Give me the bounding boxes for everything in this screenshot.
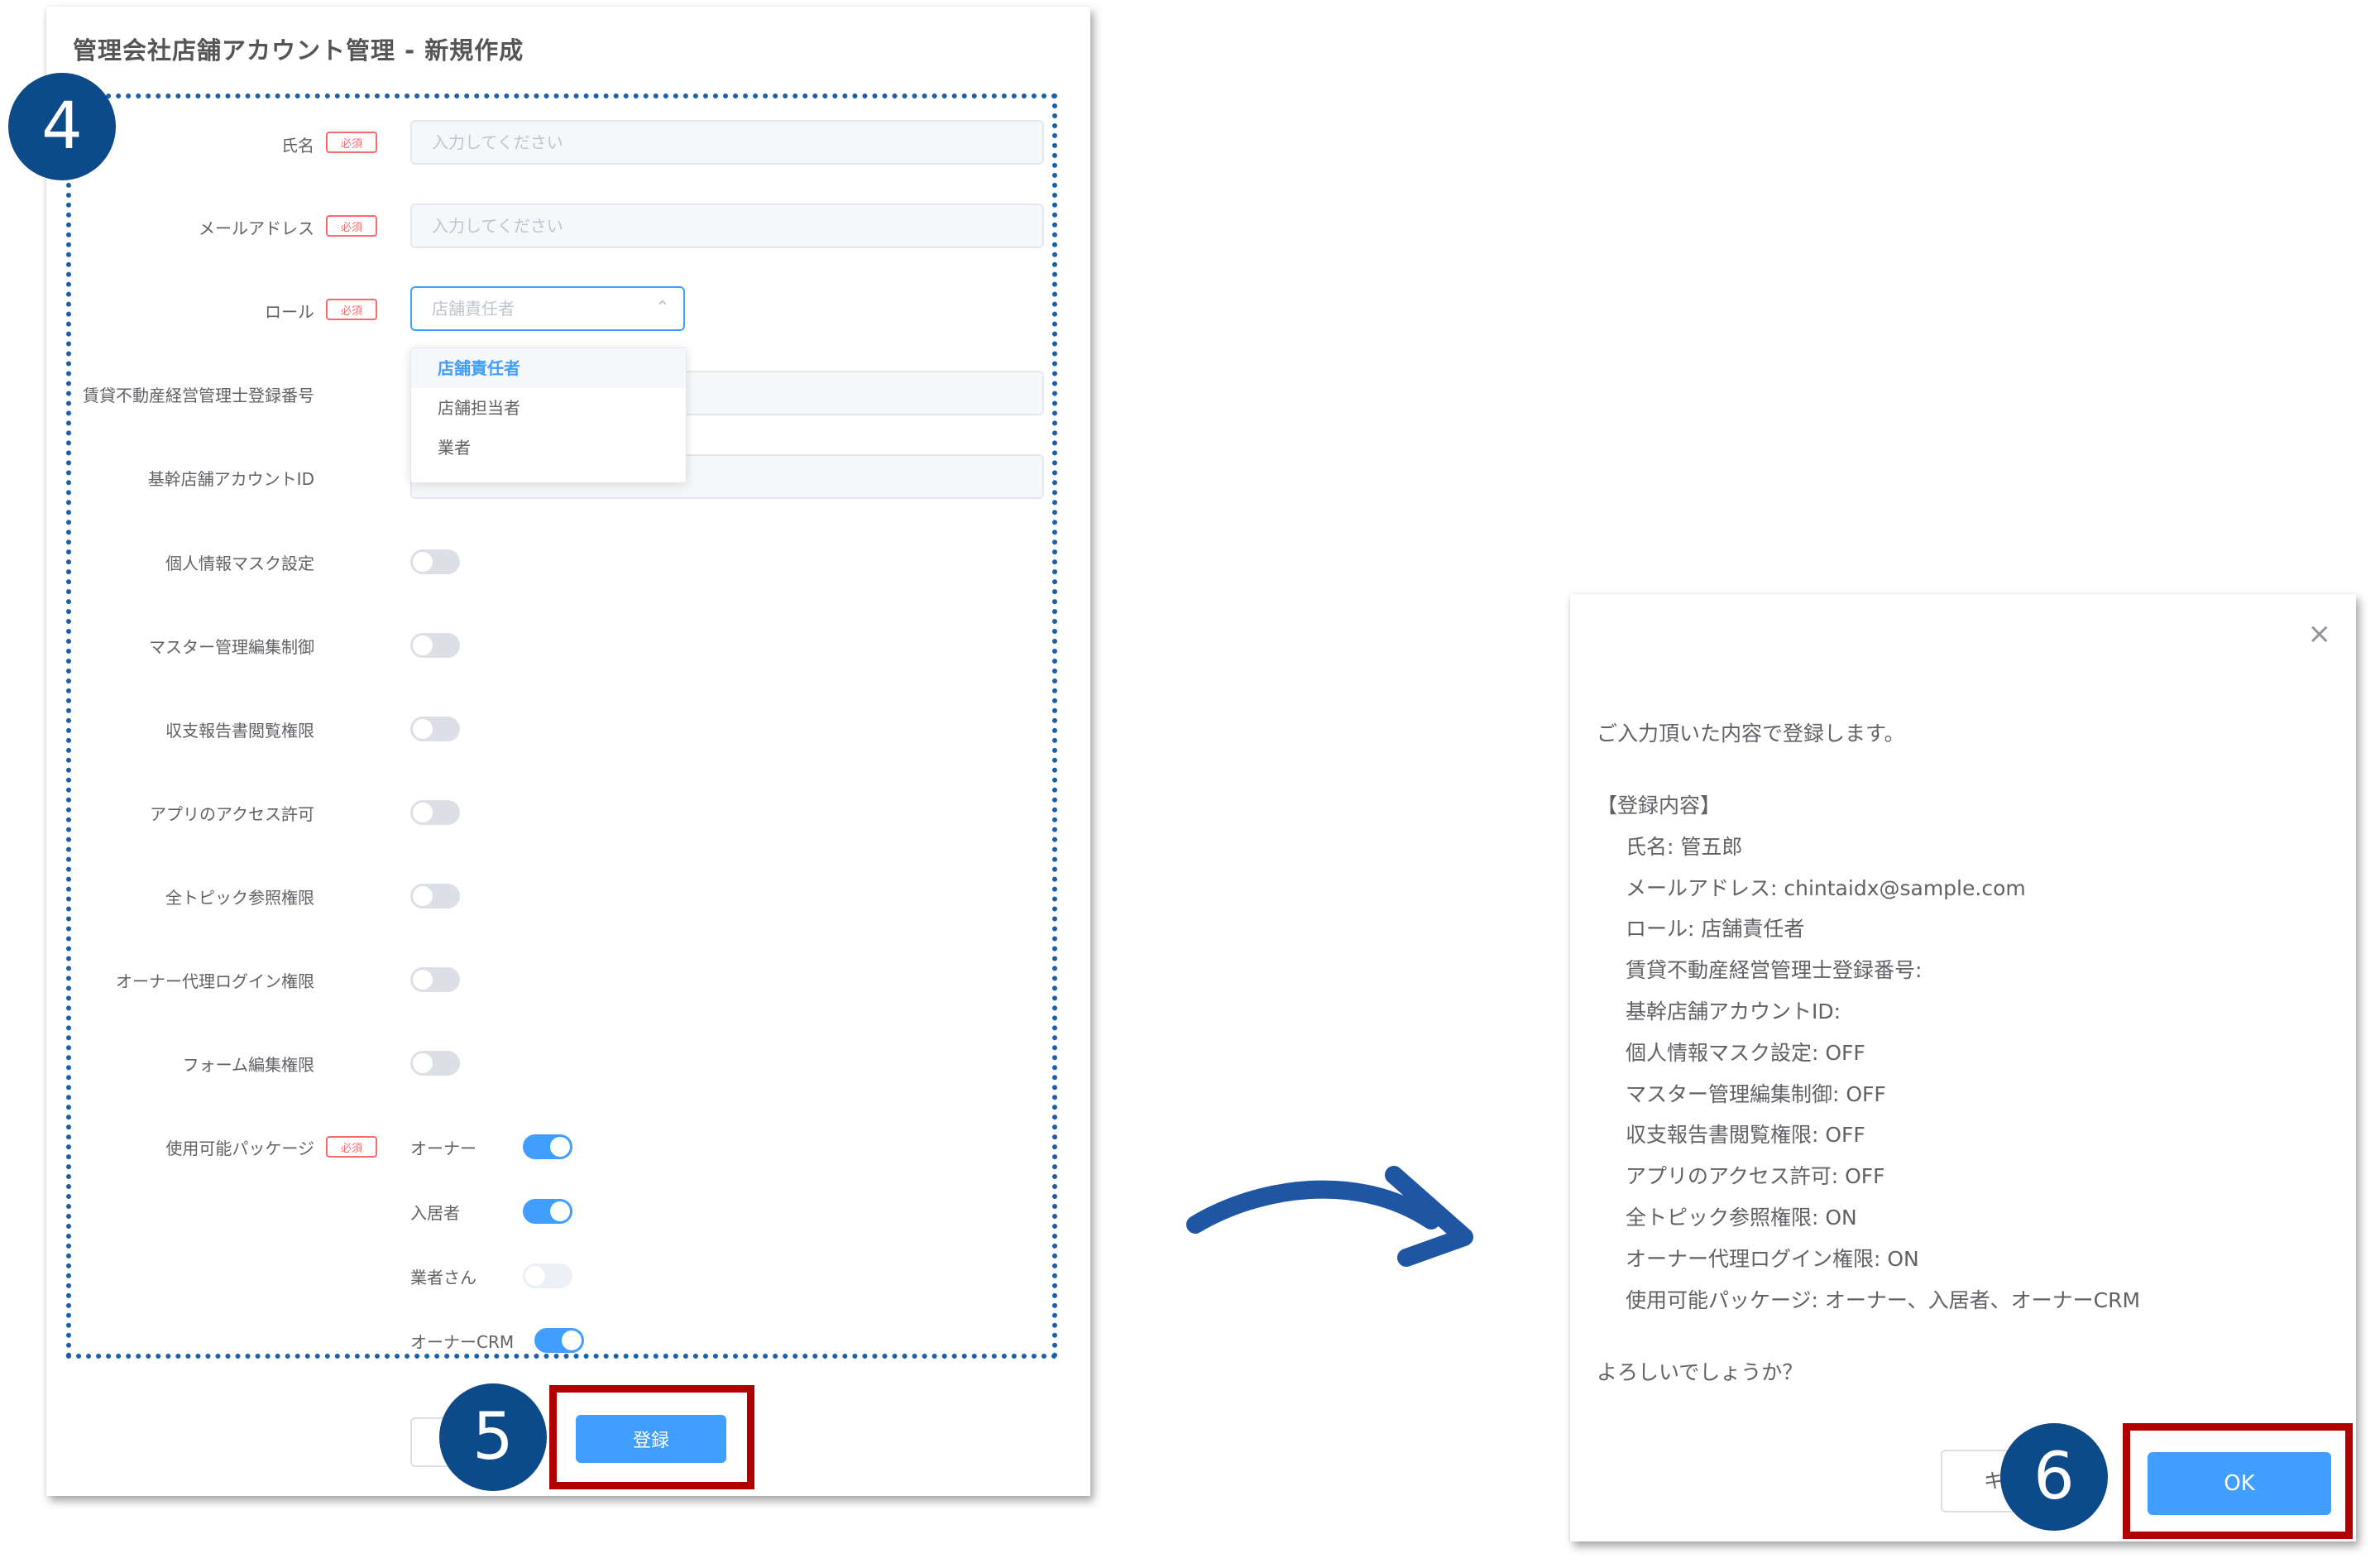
base-account-id-label: 基幹店舗アカウントID: [147, 469, 314, 489]
submit-button[interactable]: 登録: [576, 1415, 726, 1463]
dialog-section-title: 【登録内容】: [1597, 793, 1722, 817]
summary-line: マスター管理編集制御: OFF: [1626, 1082, 1886, 1106]
package-owner-crm-toggle[interactable]: [534, 1328, 584, 1353]
packages-label: 使用可能パッケージ: [165, 1139, 314, 1158]
name-label: 氏名: [281, 136, 314, 156]
name-input[interactable]: 入力してください: [410, 120, 1044, 165]
package-label: オーナーCRM: [410, 1332, 515, 1352]
email-input[interactable]: 入力してください: [410, 204, 1044, 248]
step-badge-4: 4: [8, 73, 116, 180]
summary-line: 氏名: 管五郎: [1626, 835, 1743, 859]
owner-proxy-login-toggle[interactable]: [410, 967, 460, 992]
toggle-label: マスター管理編集制御: [149, 637, 314, 657]
role-select[interactable]: 店舗責任者 ⌃: [410, 286, 685, 331]
step-badge-5: 5: [439, 1383, 547, 1491]
summary-line: 賃貸不動産経営管理士登録番号:: [1626, 958, 1923, 982]
role-label: ロール: [265, 302, 314, 322]
package-owner-toggle[interactable]: [523, 1134, 572, 1159]
all-topic-toggle[interactable]: [410, 884, 460, 909]
role-option[interactable]: 業者: [411, 428, 686, 467]
summary-line: 使用可能パッケージ: オーナー、入居者、オーナーCRM: [1626, 1288, 2141, 1312]
email-label: メールアドレス: [199, 218, 314, 238]
report-view-toggle[interactable]: [410, 717, 460, 741]
package-label: オーナー: [410, 1139, 476, 1158]
summary-line: 収支報告書閲覧権限: OFF: [1626, 1123, 1865, 1147]
flow-arrow-icon: [1186, 1166, 1473, 1267]
required-tag: 必須: [326, 215, 377, 237]
close-icon[interactable]: ×: [2308, 617, 2332, 650]
role-option[interactable]: 店舗担当者: [411, 388, 686, 428]
package-tenant-toggle[interactable]: [523, 1199, 572, 1224]
master-edit-toggle[interactable]: [410, 633, 460, 658]
page-title: 管理会社店舗アカウント管理 - 新規作成: [73, 36, 524, 65]
summary-line: オーナー代理ログイン権限: ON: [1626, 1247, 1919, 1271]
toggle-label: オーナー代理ログイン権限: [116, 971, 314, 991]
required-tag: 必須: [326, 1136, 377, 1158]
required-tag: 必須: [326, 132, 377, 153]
chevron-up-icon: ⌃: [654, 298, 670, 319]
package-vendor-toggle[interactable]: [523, 1263, 572, 1288]
dialog-question: よろしいでしょうか？: [1597, 1360, 1803, 1384]
summary-line: ロール: 店舗責任者: [1626, 917, 1805, 941]
step-badge-6: 6: [2000, 1423, 2108, 1531]
required-tag: 必須: [326, 299, 377, 320]
role-dropdown: 店舗責任者 店舗担当者 業者: [410, 348, 687, 483]
ok-button[interactable]: OK: [2148, 1452, 2331, 1515]
role-option[interactable]: 店舗責任者: [411, 348, 686, 388]
mask-setting-toggle[interactable]: [410, 549, 460, 574]
role-select-value: 店舗責任者: [432, 299, 515, 319]
dialog-intro: ご入力頂いた内容で登録します。: [1597, 722, 1905, 746]
package-label: 入居者: [410, 1203, 460, 1223]
summary-line: 全トピック参照権限: ON: [1626, 1206, 1857, 1230]
package-label: 業者さん: [410, 1268, 476, 1287]
toggle-label: 個人情報マスク設定: [165, 554, 314, 573]
summary-line: アプリのアクセス許可: OFF: [1626, 1164, 1885, 1188]
toggle-label: 収支報告書閲覧権限: [165, 721, 314, 741]
toggle-label: フォーム編集権限: [182, 1055, 314, 1075]
toggle-label: 全トピック参照権限: [165, 888, 314, 908]
license-number-label: 賃貸不動産経営管理士登録番号: [83, 386, 314, 405]
summary-line: 個人情報マスク設定: OFF: [1626, 1041, 1865, 1065]
summary-line: メールアドレス: chintaidx@sample.com: [1626, 876, 2026, 900]
toggle-label: アプリのアクセス許可: [150, 804, 314, 824]
form-edit-toggle[interactable]: [410, 1051, 460, 1076]
summary-line: 基幹店舗アカウントID:: [1626, 1000, 1841, 1024]
app-access-toggle[interactable]: [410, 800, 460, 825]
